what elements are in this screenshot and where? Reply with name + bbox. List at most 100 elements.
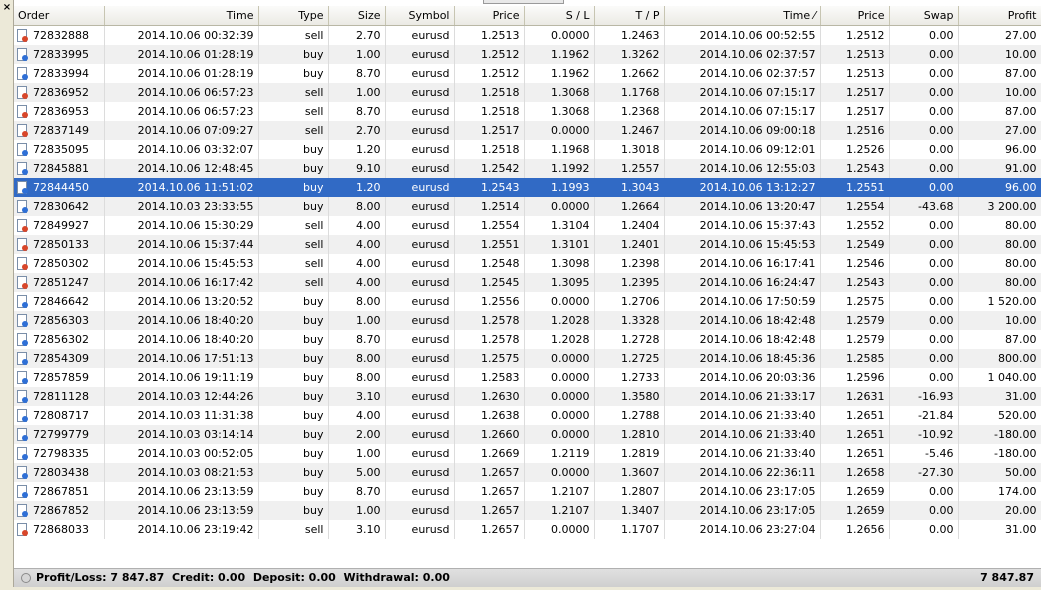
table-row[interactable]: 72845881 2014.10.06 12:48:45 buy 9.10 eurusd… [14,159,1041,178]
table-row[interactable]: 72856303 2014.10.06 18:40:20 buy 1.00 eurusd… [14,311,1041,330]
table-row[interactable]: 72808717 2014.10.03 11:31:38 buy 4.00 eurusd… [14,406,1041,425]
swap-cell: 0.00 [889,520,959,539]
table-row[interactable]: 72803438 2014.10.03 08:21:53 buy 5.00 eurusd… [14,463,1041,482]
close-time-cell: 2014.10.06 23:27:04 [664,520,821,539]
profit-cell: 10.00 [958,45,1041,64]
table-row[interactable]: 72867851 2014.10.06 23:13:59 buy 8.70 eurusd… [14,482,1041,501]
order-ticket-icon [17,219,28,232]
profit-cell: -180.00 [958,444,1041,463]
table-row[interactable]: 72832888 2014.10.06 00:32:39 sell 2.70 eurus… [14,25,1041,45]
close-price-cell: 1.2546 [820,254,890,273]
symbol-cell: eurusd [385,444,455,463]
open-time-cell: 2014.10.06 01:28:19 [104,45,259,64]
type-cell: buy [258,349,329,368]
column-header-sl[interactable]: S / L [524,6,595,26]
table-row[interactable]: 72799779 2014.10.03 03:14:14 buy 2.00 eurusd… [14,425,1041,444]
sl-cell: 1.1968 [524,140,595,159]
close-time-cell: 2014.10.06 00:52:55 [664,25,821,45]
table-row[interactable]: 72856302 2014.10.06 18:40:20 buy 8.70 eurusd… [14,330,1041,349]
close-time-cell: 2014.10.06 18:42:48 [664,330,821,349]
table-row[interactable]: 72811128 2014.10.03 12:44:26 buy 3.10 eurusd… [14,387,1041,406]
column-header-size[interactable]: Size [328,6,386,26]
size-cell: 1.20 [328,140,386,159]
type-cell: buy [258,482,329,501]
order-number: 72856303 [33,314,89,327]
type-cell: buy [258,292,329,311]
table-row[interactable]: 72833995 2014.10.06 01:28:19 buy 1.00 eurusd… [14,45,1041,64]
close-price-cell: 1.2517 [820,102,890,121]
column-header-open-price[interactable]: Price [454,6,525,26]
table-row[interactable]: 72850302 2014.10.06 15:45:53 sell 4.00 eurus… [14,254,1041,273]
profit-cell: 10.00 [958,83,1041,102]
table-row[interactable]: 72846642 2014.10.06 13:20:52 buy 8.00 eurusd… [14,292,1041,311]
type-cell: sell [258,102,329,121]
open-price-cell: 1.2548 [454,254,525,273]
open-time-cell: 2014.10.06 15:30:29 [104,216,259,235]
splitter-handle[interactable] [483,0,564,4]
close-icon[interactable]: × [2,3,12,13]
order-ticket-icon [17,409,28,422]
swap-cell: 0.00 [889,216,959,235]
column-header-open-time[interactable]: Time [104,6,259,26]
table-row[interactable]: 72850133 2014.10.06 15:37:44 sell 4.00 eurus… [14,235,1041,254]
table-row[interactable]: 72835095 2014.10.06 03:32:07 buy 1.20 eurusd… [14,140,1041,159]
type-cell: buy [258,501,329,520]
symbol-cell: eurusd [385,197,455,216]
column-header-symbol[interactable]: Symbol [385,6,455,26]
order-number: 72799779 [33,428,89,441]
order-ticket-icon [17,333,28,346]
column-header-type[interactable]: Type [258,6,329,26]
column-header-profit[interactable]: Profit [958,6,1041,26]
symbol-cell: eurusd [385,273,455,292]
size-cell: 8.00 [328,349,386,368]
swap-cell: -27.30 [889,463,959,482]
order-number: 72811128 [33,390,89,403]
profit-cell: 800.00 [958,349,1041,368]
order-number: 72836952 [33,86,89,99]
order-ticket-icon [17,181,28,194]
table-row[interactable]: 72836953 2014.10.06 06:57:23 sell 8.70 eurus… [14,102,1041,121]
order-ticket-icon [17,314,28,327]
profit-cell: 80.00 [958,254,1041,273]
order-cell: 72798335 [14,444,105,463]
order-number: 72857859 [33,371,89,384]
sl-cell: 0.0000 [524,349,595,368]
open-time-cell: 2014.10.06 18:40:20 [104,311,259,330]
table-row[interactable]: 72851247 2014.10.06 16:17:42 sell 4.00 eurus… [14,273,1041,292]
table-row[interactable]: 72868033 2014.10.06 23:19:42 sell 3.10 eurus… [14,520,1041,539]
open-price-cell: 1.2657 [454,501,525,520]
table-row[interactable]: 72844450 2014.10.06 11:51:02 buy 1.20 eurusd… [14,178,1041,197]
column-header-order[interactable]: Order [14,6,105,26]
column-header-close-time[interactable]: Time ⁄ [664,6,821,26]
table-row[interactable]: 72830642 2014.10.03 23:33:55 buy 8.00 eurusd… [14,197,1041,216]
table-row[interactable]: 72854309 2014.10.06 17:51:13 buy 8.00 eurusd… [14,349,1041,368]
status-circle-icon [21,573,31,583]
column-header-close-price[interactable]: Price [820,6,890,26]
close-price-cell: 1.2575 [820,292,890,311]
column-header-swap[interactable]: Swap [889,6,959,26]
tp-cell: 1.2664 [594,197,665,216]
order-number: 72808717 [33,409,89,422]
order-ticket-icon [17,276,28,289]
table-row[interactable]: 72798335 2014.10.03 00:52:05 buy 1.00 eurusd… [14,444,1041,463]
table-row[interactable]: 72849927 2014.10.06 15:30:29 sell 4.00 eurus… [14,216,1041,235]
sl-cell: 1.2107 [524,482,595,501]
order-number: 72833995 [33,48,89,61]
open-price-cell: 1.2542 [454,159,525,178]
table-row[interactable]: 72867852 2014.10.06 23:13:59 buy 1.00 eurusd… [14,501,1041,520]
profit-cell: 87.00 [958,330,1041,349]
close-time-cell: 2014.10.06 09:00:18 [664,121,821,140]
symbol-cell: eurusd [385,501,455,520]
sl-cell: 1.2107 [524,501,595,520]
order-ticket-icon [17,162,28,175]
table-row[interactable]: 72857859 2014.10.06 19:11:19 buy 8.00 eurusd… [14,368,1041,387]
column-header-tp[interactable]: T / P [594,6,665,26]
close-time-cell: 2014.10.06 15:45:53 [664,235,821,254]
close-price-cell: 1.2551 [820,178,890,197]
size-cell: 2.70 [328,25,386,45]
size-cell: 8.70 [328,64,386,83]
size-cell: 8.00 [328,197,386,216]
table-row[interactable]: 72836952 2014.10.06 06:57:23 sell 1.00 eurus… [14,83,1041,102]
table-row[interactable]: 72837149 2014.10.06 07:09:27 sell 2.70 eurus… [14,121,1041,140]
table-row[interactable]: 72833994 2014.10.06 01:28:19 buy 8.70 eurusd… [14,64,1041,83]
